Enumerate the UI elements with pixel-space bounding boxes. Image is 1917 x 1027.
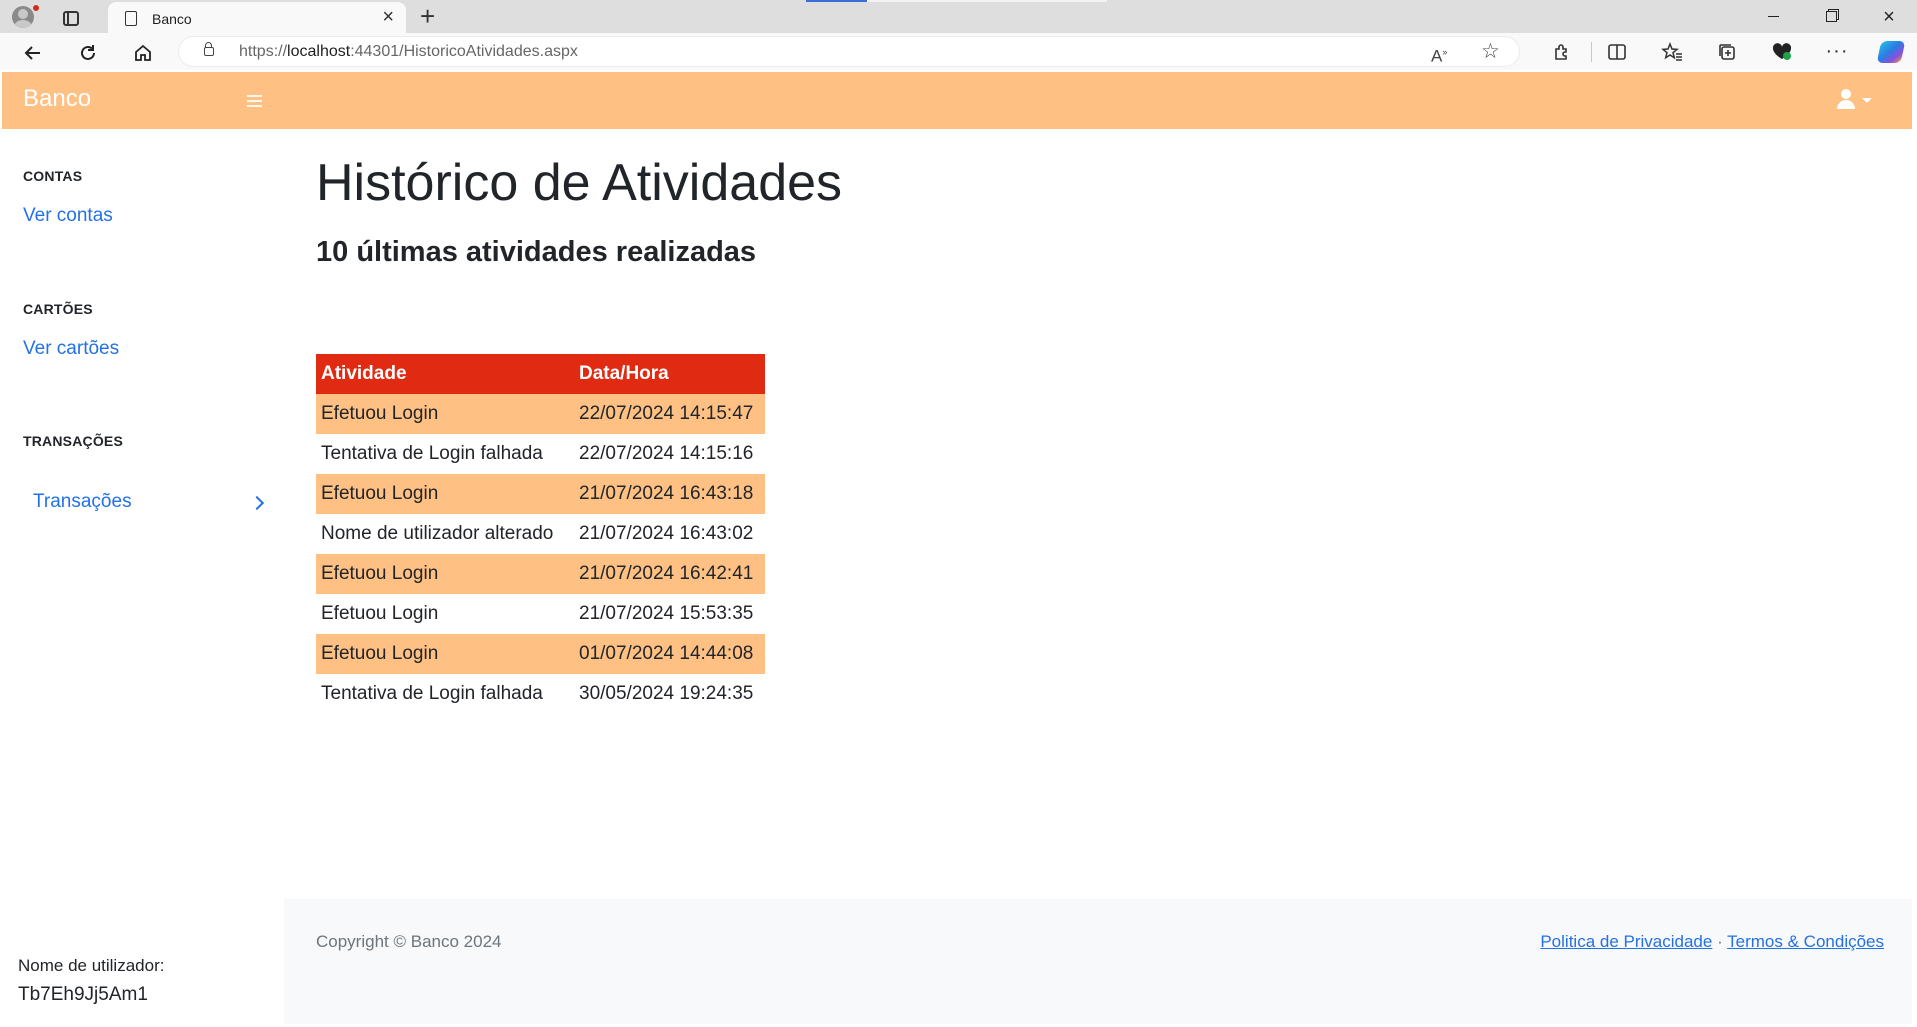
main-content: Histórico de Atividades 10 últimas ativi… bbox=[284, 129, 1912, 1024]
table-row: Efetuou Login 21/07/2024 16:43:18 bbox=[316, 474, 765, 514]
tab-close-icon[interactable]: × bbox=[382, 6, 394, 28]
sidebar-heading-contas: CONTAS bbox=[23, 168, 83, 184]
datetime-cell: 01/07/2024 14:44:08 bbox=[574, 634, 765, 674]
datetime-cell: 21/07/2024 16:43:18 bbox=[574, 474, 765, 514]
lock-icon[interactable] bbox=[204, 42, 214, 56]
copilot-icon[interactable] bbox=[1876, 41, 1906, 63]
refresh-icon bbox=[81, 45, 95, 61]
datetime-cell: 21/07/2024 16:43:02 bbox=[579, 523, 754, 544]
table-row: Tentativa de Login falhada 22/07/2024 14… bbox=[316, 434, 765, 474]
loading-track bbox=[867, 0, 1107, 2]
activity-cell: Tentativa de Login falhada bbox=[321, 683, 543, 704]
sidebar-heading-transacoes: TRANSAÇÕES bbox=[23, 433, 124, 449]
datetime-cell: 21/07/2024 16:42:41 bbox=[574, 554, 765, 594]
minimize-button[interactable] bbox=[1750, 2, 1796, 32]
refresh-button[interactable] bbox=[68, 33, 108, 70]
back-icon bbox=[24, 46, 40, 60]
activity-cell: Tentativa de Login falhada bbox=[321, 443, 543, 464]
page-title: Histórico de Atividades bbox=[316, 154, 843, 212]
more-icon[interactable]: ··· bbox=[1820, 33, 1854, 70]
table-row: Efetuou Login 01/07/2024 14:44:08 bbox=[316, 634, 765, 674]
url-text: https://localhost:44301/HistoricoAtivida… bbox=[239, 43, 578, 60]
privacy-policy-link[interactable]: Politica de Privacidade bbox=[1540, 932, 1712, 951]
activity-table: Atividade Data/Hora Efetuou Login 22/07/… bbox=[316, 354, 765, 714]
datetime-cell: 21/07/2024 15:53:35 bbox=[579, 603, 754, 624]
loading-indicator bbox=[806, 0, 867, 2]
activity-cell: Efetuou Login bbox=[316, 634, 574, 674]
sidebar-item-ver-cartoes[interactable]: Ver cartões bbox=[23, 338, 119, 360]
username-label: Nome de utilizador: bbox=[18, 956, 165, 975]
activity-cell: Efetuou Login bbox=[316, 394, 574, 434]
notification-dot bbox=[32, 4, 40, 12]
tab-title: Banco bbox=[152, 11, 192, 27]
footer-separator: · bbox=[1717, 932, 1723, 951]
table-row: Nome de utilizador alterado 21/07/2024 1… bbox=[316, 514, 765, 554]
page-icon bbox=[125, 11, 137, 26]
column-header-data-hora: Data/Hora bbox=[574, 354, 765, 394]
column-header-atividade: Atividade bbox=[316, 354, 574, 394]
page-footer: Copyright © Banco 2024 Politica de Priva… bbox=[284, 899, 1912, 1024]
username-value: Tb7Eh9Jj5Am1 bbox=[18, 984, 148, 1005]
sidebar-heading-cartoes: CARTÕES bbox=[23, 301, 93, 317]
activity-cell: Efetuou Login bbox=[316, 474, 574, 514]
address-bar-row: https://localhost:44301/HistoricoAtivida… bbox=[0, 33, 1917, 70]
close-window-icon: × bbox=[1883, 6, 1895, 28]
activity-cell: Efetuou Login bbox=[321, 603, 439, 624]
split-screen-icon[interactable] bbox=[1600, 33, 1634, 70]
sidebar: CONTAS Ver contas CARTÕES Ver cartões TR… bbox=[2, 129, 284, 1024]
home-icon bbox=[135, 45, 151, 62]
browser-tab[interactable]: Banco × bbox=[108, 2, 406, 33]
new-tab-button[interactable]: + bbox=[420, 2, 435, 30]
browser-tab-strip: Banco × + × bbox=[0, 0, 1917, 33]
close-window-button[interactable]: × bbox=[1866, 2, 1912, 32]
browser-essentials-icon[interactable] bbox=[1765, 33, 1799, 70]
sidebar-item-transacoes[interactable]: Transações bbox=[33, 491, 132, 513]
activity-cell: Nome de utilizador alterado bbox=[321, 523, 554, 544]
app-viewport: Banco CONTAS Ver contas CARTÕES Ver cart… bbox=[2, 72, 1912, 1024]
profile-icon[interactable] bbox=[12, 6, 34, 28]
collections-icon[interactable] bbox=[1710, 33, 1744, 70]
sidebar-toggle-icon[interactable] bbox=[247, 95, 262, 110]
user-menu-caret-icon[interactable] bbox=[1862, 98, 1872, 103]
table-header-row: Atividade Data/Hora bbox=[316, 354, 765, 394]
restore-icon bbox=[1825, 11, 1837, 23]
table-row: Efetuou Login 21/07/2024 16:42:41 bbox=[316, 554, 765, 594]
datetime-cell: 30/05/2024 19:24:35 bbox=[579, 683, 754, 704]
datetime-cell: 22/07/2024 14:15:47 bbox=[574, 394, 765, 434]
activity-cell: Efetuou Login bbox=[316, 554, 574, 594]
chevron-right-icon[interactable] bbox=[249, 495, 265, 511]
footer-links: Politica de Privacidade · Termos & Condi… bbox=[1540, 932, 1884, 952]
terms-link[interactable]: Termos & Condições bbox=[1727, 932, 1884, 951]
favorite-star-icon[interactable]: ☆ bbox=[1481, 41, 1500, 63]
read-aloud-icon[interactable]: A» bbox=[1431, 41, 1447, 68]
extensions-icon[interactable] bbox=[1545, 33, 1579, 70]
table-row: Tentativa de Login falhada 30/05/2024 19… bbox=[316, 674, 765, 714]
table-row: Efetuou Login 21/07/2024 15:53:35 bbox=[316, 594, 765, 634]
copyright-text: Copyright © Banco 2024 bbox=[316, 932, 502, 951]
favorites-icon[interactable] bbox=[1655, 33, 1689, 70]
user-menu-icon[interactable] bbox=[1835, 88, 1857, 110]
sidebar-item-ver-contas[interactable]: Ver contas bbox=[23, 205, 113, 227]
top-navbar: Banco bbox=[2, 72, 1912, 129]
back-button[interactable] bbox=[13, 33, 53, 70]
brand-link[interactable]: Banco bbox=[23, 85, 91, 113]
home-button[interactable] bbox=[123, 33, 163, 70]
toolbar-separator bbox=[1591, 42, 1592, 62]
url-field[interactable]: https://localhost:44301/HistoricoAtivida… bbox=[178, 36, 1520, 67]
page-subtitle: 10 últimas atividades realizadas bbox=[316, 236, 757, 268]
datetime-cell: 22/07/2024 14:15:16 bbox=[579, 443, 754, 464]
restore-button[interactable] bbox=[1808, 2, 1854, 32]
minimize-icon bbox=[1767, 16, 1779, 18]
tab-actions-icon[interactable] bbox=[63, 11, 79, 26]
table-row: Efetuou Login 22/07/2024 14:15:47 bbox=[316, 394, 765, 434]
